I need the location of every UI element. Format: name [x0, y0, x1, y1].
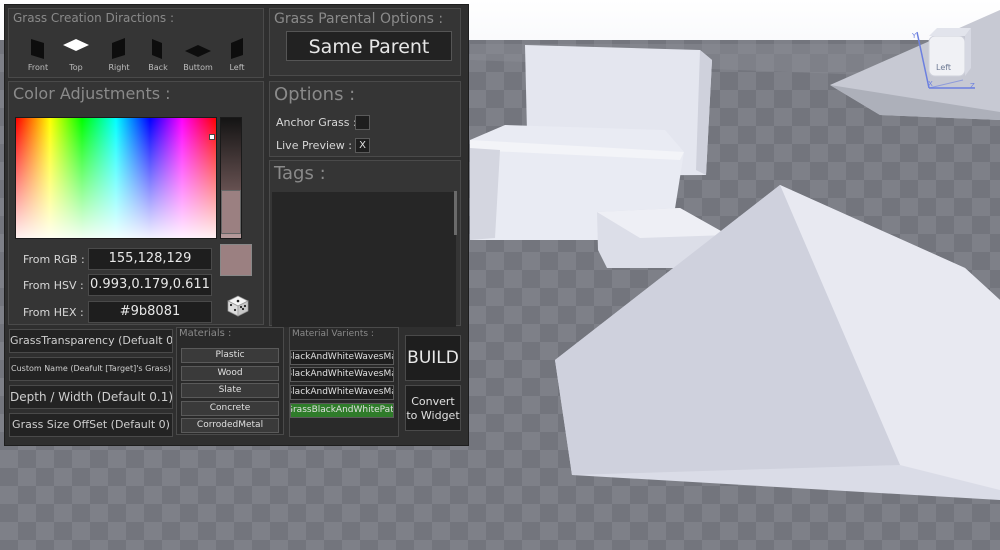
section-title: Options :: [274, 84, 356, 105]
material-variant-item[interactable]: BlackAndWhiteWavesMate: [290, 367, 394, 382]
color-picker-canvas[interactable]: [15, 117, 217, 239]
material-item[interactable]: CorrodedMetal: [181, 418, 279, 433]
face-bottom-icon: [185, 45, 211, 57]
section-title: Tags :: [274, 163, 326, 184]
material-item[interactable]: Wood: [181, 366, 279, 381]
direction-right[interactable]: Right: [102, 35, 136, 72]
dice-icon[interactable]: [225, 292, 251, 318]
section-title: Color Adjustments :: [13, 84, 171, 103]
rgb-input[interactable]: 155,128,129: [88, 248, 212, 270]
face-back-icon: [152, 39, 162, 59]
materials-list: Materials : Plastic Wood Slate Concrete …: [176, 327, 284, 435]
hex-input[interactable]: #9b8081: [88, 301, 212, 323]
build-button[interactable]: BUILD: [405, 335, 461, 381]
grass-creation-directions: Grass Creation Diractions : Front Top Ri…: [8, 8, 264, 78]
material-variants-list: Material Varients : BlackAndWhiteWavesMa…: [289, 327, 399, 437]
direction-front[interactable]: Front: [21, 35, 55, 72]
rgb-label: From RGB :: [23, 253, 85, 266]
section-title: Grass Creation Diractions :: [13, 11, 175, 25]
color-preview-swatch: [220, 244, 252, 276]
direction-back[interactable]: Back: [141, 35, 175, 72]
material-variants-title: Material Varients :: [292, 329, 374, 339]
hsv-label: From HSV :: [23, 279, 84, 292]
hsv-input[interactable]: 0.993,0.179,0.611: [88, 274, 212, 296]
custom-name-input[interactable]: Custom Name (Deafult [Target]'s Grass): [9, 357, 173, 381]
face-front-icon: [31, 39, 44, 59]
anchor-grass-checkbox[interactable]: [355, 115, 370, 130]
grass-plugin-panel: Grass Creation Diractions : Front Top Ri…: [4, 4, 469, 446]
live-preview-label: Live Preview :: [276, 139, 352, 152]
view-cube-axis-x: X: [928, 80, 933, 88]
size-offset-input[interactable]: Grass Size OffSet (Default 0): [9, 413, 173, 437]
options-section: Options : Anchor Grass : Live Preview : …: [269, 81, 461, 157]
material-item[interactable]: Concrete: [181, 401, 279, 416]
hex-label: From HEX :: [23, 306, 84, 319]
materials-title: Materials :: [179, 328, 232, 339]
live-preview-checkbox[interactable]: X: [355, 138, 370, 153]
convert-to-widget-button[interactable]: Convert to Widget: [405, 385, 461, 431]
picker-cursor[interactable]: [209, 134, 215, 140]
material-item[interactable]: Slate: [181, 383, 279, 398]
brightness-slider-handle[interactable]: [221, 190, 241, 234]
direction-top[interactable]: Top: [59, 35, 93, 72]
face-right-icon: [112, 38, 125, 59]
section-title: Grass Parental Options :: [274, 11, 444, 27]
color-adjustments: Color Adjustments : From RGB : 155,128,1…: [8, 81, 264, 325]
grass-parental-options: Grass Parental Options : Same Parent: [269, 8, 461, 76]
material-variant-item[interactable]: BlackAndWhiteWavesMate: [290, 350, 394, 365]
material-variant-item[interactable]: BlackAndWhiteWavesMate: [290, 385, 394, 400]
anchor-grass-label: Anchor Grass :: [276, 116, 357, 129]
tags-scrollbar[interactable]: [454, 191, 457, 235]
material-variant-item-selected[interactable]: GrassBlackAndWhitePatten: [290, 403, 394, 418]
material-item[interactable]: Plastic: [181, 348, 279, 363]
face-left-icon: [231, 38, 243, 59]
depth-width-input[interactable]: Depth / Width (Default 0.1): [9, 385, 173, 409]
direction-left[interactable]: Left: [220, 35, 254, 72]
view-cube-face-label: Left: [936, 63, 952, 72]
face-top-icon: [63, 39, 89, 51]
direction-bottom[interactable]: Buttom: [181, 35, 215, 72]
view-cube-axis-z: Z: [970, 82, 975, 90]
transparency-input[interactable]: GrassTransparency (Defualt 0): [9, 329, 173, 353]
tags-list[interactable]: [272, 192, 456, 327]
parent-mode-button[interactable]: Same Parent: [286, 31, 452, 61]
view-cube-axis-y: Y: [912, 32, 917, 40]
tags-section: Tags :: [269, 160, 461, 327]
